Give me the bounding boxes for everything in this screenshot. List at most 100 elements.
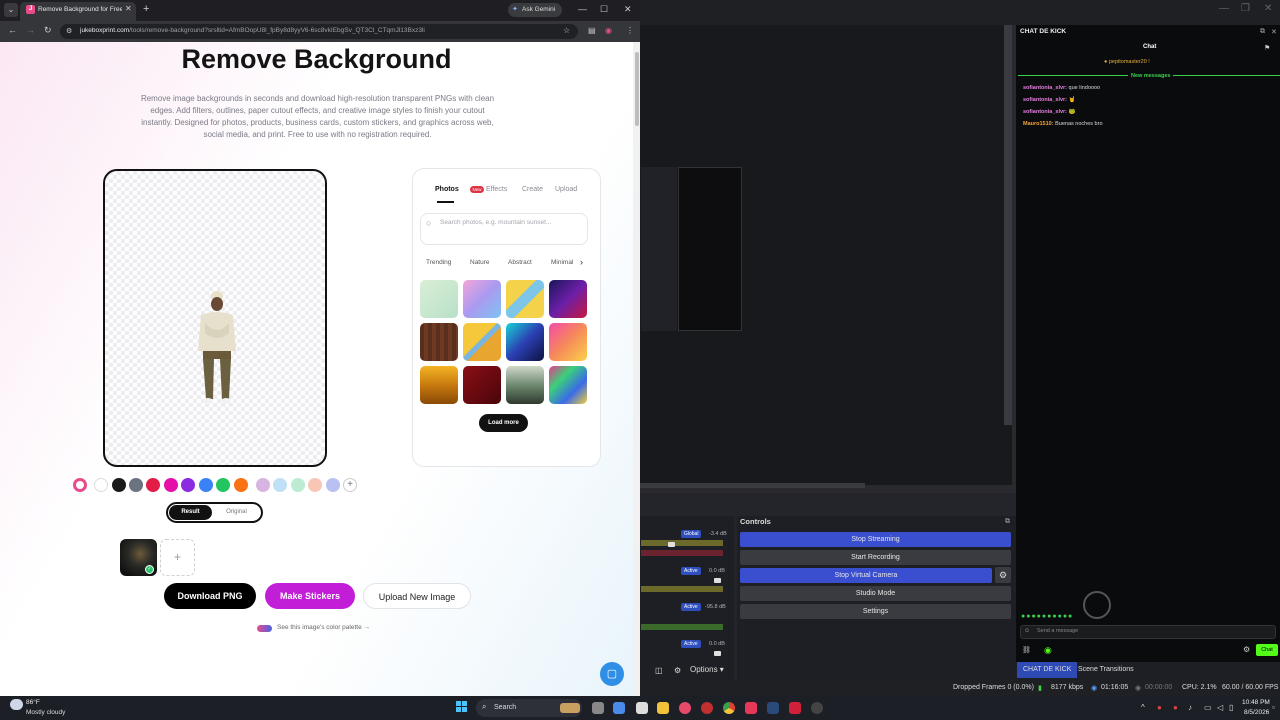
forward-icon[interactable]: →: [26, 25, 35, 35]
virtual-camera-settings-icon[interactable]: ⚙: [995, 567, 1011, 583]
chat-settings-icon[interactable]: ⚑: [1264, 44, 1270, 52]
preview-scrollbar[interactable]: [1004, 25, 1012, 425]
tab-chat-de-kick[interactable]: CHAT DE KICK: [1017, 662, 1078, 678]
reload-icon[interactable]: ↻: [44, 25, 52, 36]
color-swatch[interactable]: [234, 478, 248, 492]
options-button[interactable]: Options ▾: [690, 665, 724, 674]
studio-mode-button[interactable]: Studio Mode: [740, 586, 1011, 601]
tab-effects[interactable]: Effects: [486, 186, 507, 193]
category-trending[interactable]: Trending: [426, 259, 451, 266]
volume-slider[interactable]: [668, 542, 675, 547]
tab-photos[interactable]: Photos: [435, 186, 459, 193]
color-swatch[interactable]: [94, 478, 108, 492]
app-icon[interactable]: [701, 702, 713, 714]
photo-thumbnail[interactable]: [420, 280, 458, 318]
image-canvas[interactable]: [103, 169, 327, 467]
link-icon[interactable]: ⛓: [1022, 646, 1031, 654]
task-view-icon[interactable]: [592, 702, 604, 714]
color-swatch[interactable]: [326, 478, 340, 492]
undock-icon[interactable]: ⧉: [1260, 28, 1265, 36]
volume-slider[interactable]: [714, 578, 721, 583]
tray-app-icon[interactable]: ●: [1157, 703, 1162, 712]
color-picker-swatch[interactable]: [73, 478, 87, 492]
support-chat-icon[interactable]: ▢: [600, 662, 624, 686]
volume-slider[interactable]: [714, 651, 721, 656]
stop-virtual-camera-button[interactable]: Stop Virtual Camera: [740, 568, 992, 583]
chevron-right-icon[interactable]: ›: [580, 257, 583, 267]
category-minimal[interactable]: Minimal: [551, 259, 573, 266]
photo-thumbnail[interactable]: [549, 323, 587, 361]
download-png-button[interactable]: Download PNG: [164, 583, 256, 609]
photo-thumbnail[interactable]: [506, 280, 544, 318]
color-palette-link[interactable]: See this image's color palette →: [277, 624, 370, 631]
color-swatch[interactable]: [199, 478, 213, 492]
photo-search-input[interactable]: [420, 213, 588, 245]
close-icon[interactable]: ✕: [1271, 28, 1277, 36]
color-swatch[interactable]: [256, 478, 270, 492]
category-nature[interactable]: Nature: [470, 259, 490, 266]
photo-thumbnail[interactable]: [506, 366, 544, 404]
color-swatch[interactable]: [216, 478, 230, 492]
color-swatch[interactable]: [164, 478, 178, 492]
photo-thumbnail[interactable]: [549, 366, 587, 404]
layout-icon[interactable]: ◫: [655, 666, 663, 675]
microphone-icon[interactable]: ♪: [1188, 703, 1192, 712]
color-swatch[interactable]: [308, 478, 322, 492]
add-image-button[interactable]: +: [160, 539, 195, 576]
widgets-icon[interactable]: [613, 702, 625, 714]
minimize-icon[interactable]: —: [578, 4, 587, 14]
maximize-icon[interactable]: ❐: [1241, 3, 1250, 14]
obs-icon[interactable]: [811, 702, 823, 714]
stop-streaming-button[interactable]: Stop Streaming: [740, 532, 1011, 547]
notifications-icon[interactable]: ▫: [1272, 703, 1275, 712]
chat-username[interactable]: sofiantonia_slvr:: [1023, 97, 1067, 103]
music-app-icon[interactable]: [745, 702, 757, 714]
toggle-original[interactable]: Original: [215, 505, 258, 520]
color-swatch[interactable]: [129, 478, 143, 492]
weather-icon[interactable]: [10, 699, 23, 710]
extensions-icon[interactable]: ▤: [588, 26, 596, 35]
page-scrollbar[interactable]: [633, 42, 640, 696]
chat-username[interactable]: sofiantonia_slvr:: [1023, 85, 1067, 91]
battery-icon[interactable]: ▯: [1229, 703, 1233, 712]
settings-button[interactable]: Settings: [740, 604, 1011, 619]
make-stickers-button[interactable]: Make Stickers: [265, 583, 355, 609]
tray-app-icon[interactable]: ●: [1173, 703, 1178, 712]
gear-icon[interactable]: ⚙: [1243, 645, 1250, 654]
color-swatch[interactable]: [291, 478, 305, 492]
close-icon[interactable]: ✕: [624, 4, 632, 15]
color-swatch[interactable]: [181, 478, 195, 492]
photo-thumbnail[interactable]: [420, 366, 458, 404]
preview-hscrollbar[interactable]: [640, 483, 865, 488]
photo-thumbnail[interactable]: [463, 323, 501, 361]
emote-picker-icon[interactable]: ☺: [1024, 628, 1030, 634]
color-swatch[interactable]: [273, 478, 287, 492]
start-recording-button[interactable]: Start Recording: [740, 550, 1011, 565]
maximize-icon[interactable]: ☐: [600, 4, 608, 15]
tab-close-icon[interactable]: ✕: [125, 4, 132, 13]
chrome-icon[interactable]: [723, 702, 735, 714]
tab-create[interactable]: Create: [522, 186, 543, 193]
new-tab-button[interactable]: +: [143, 3, 149, 15]
start-button[interactable]: [456, 701, 468, 713]
menu-icon[interactable]: ⋮: [626, 26, 634, 35]
app-icon[interactable]: [679, 702, 691, 714]
color-swatch[interactable]: [146, 478, 160, 492]
app-icon[interactable]: [789, 702, 801, 714]
undock-icon[interactable]: ⧉: [1005, 518, 1010, 526]
close-icon[interactable]: ✕: [1264, 3, 1272, 14]
back-icon[interactable]: ←: [8, 25, 17, 35]
tab-search-button[interactable]: ⌄: [4, 3, 18, 17]
bookmark-star-icon[interactable]: ☆: [563, 26, 570, 35]
upload-new-image-button[interactable]: Upload New Image: [363, 583, 471, 609]
chat-send-button[interactable]: Chat: [1256, 644, 1278, 656]
site-info-icon[interactable]: ⚙: [66, 27, 72, 35]
chevron-up-icon[interactable]: ^: [1141, 703, 1145, 712]
photo-thumbnail[interactable]: [463, 366, 501, 404]
toggle-result[interactable]: Result: [169, 505, 212, 520]
minimize-icon[interactable]: —: [1219, 3, 1229, 14]
network-icon[interactable]: ▭: [1204, 703, 1212, 712]
clock-date[interactable]: 8/5/2026: [1244, 709, 1269, 716]
chat-username[interactable]: Mauro1510:: [1023, 121, 1054, 127]
profile-avatar[interactable]: ◉: [605, 26, 612, 35]
